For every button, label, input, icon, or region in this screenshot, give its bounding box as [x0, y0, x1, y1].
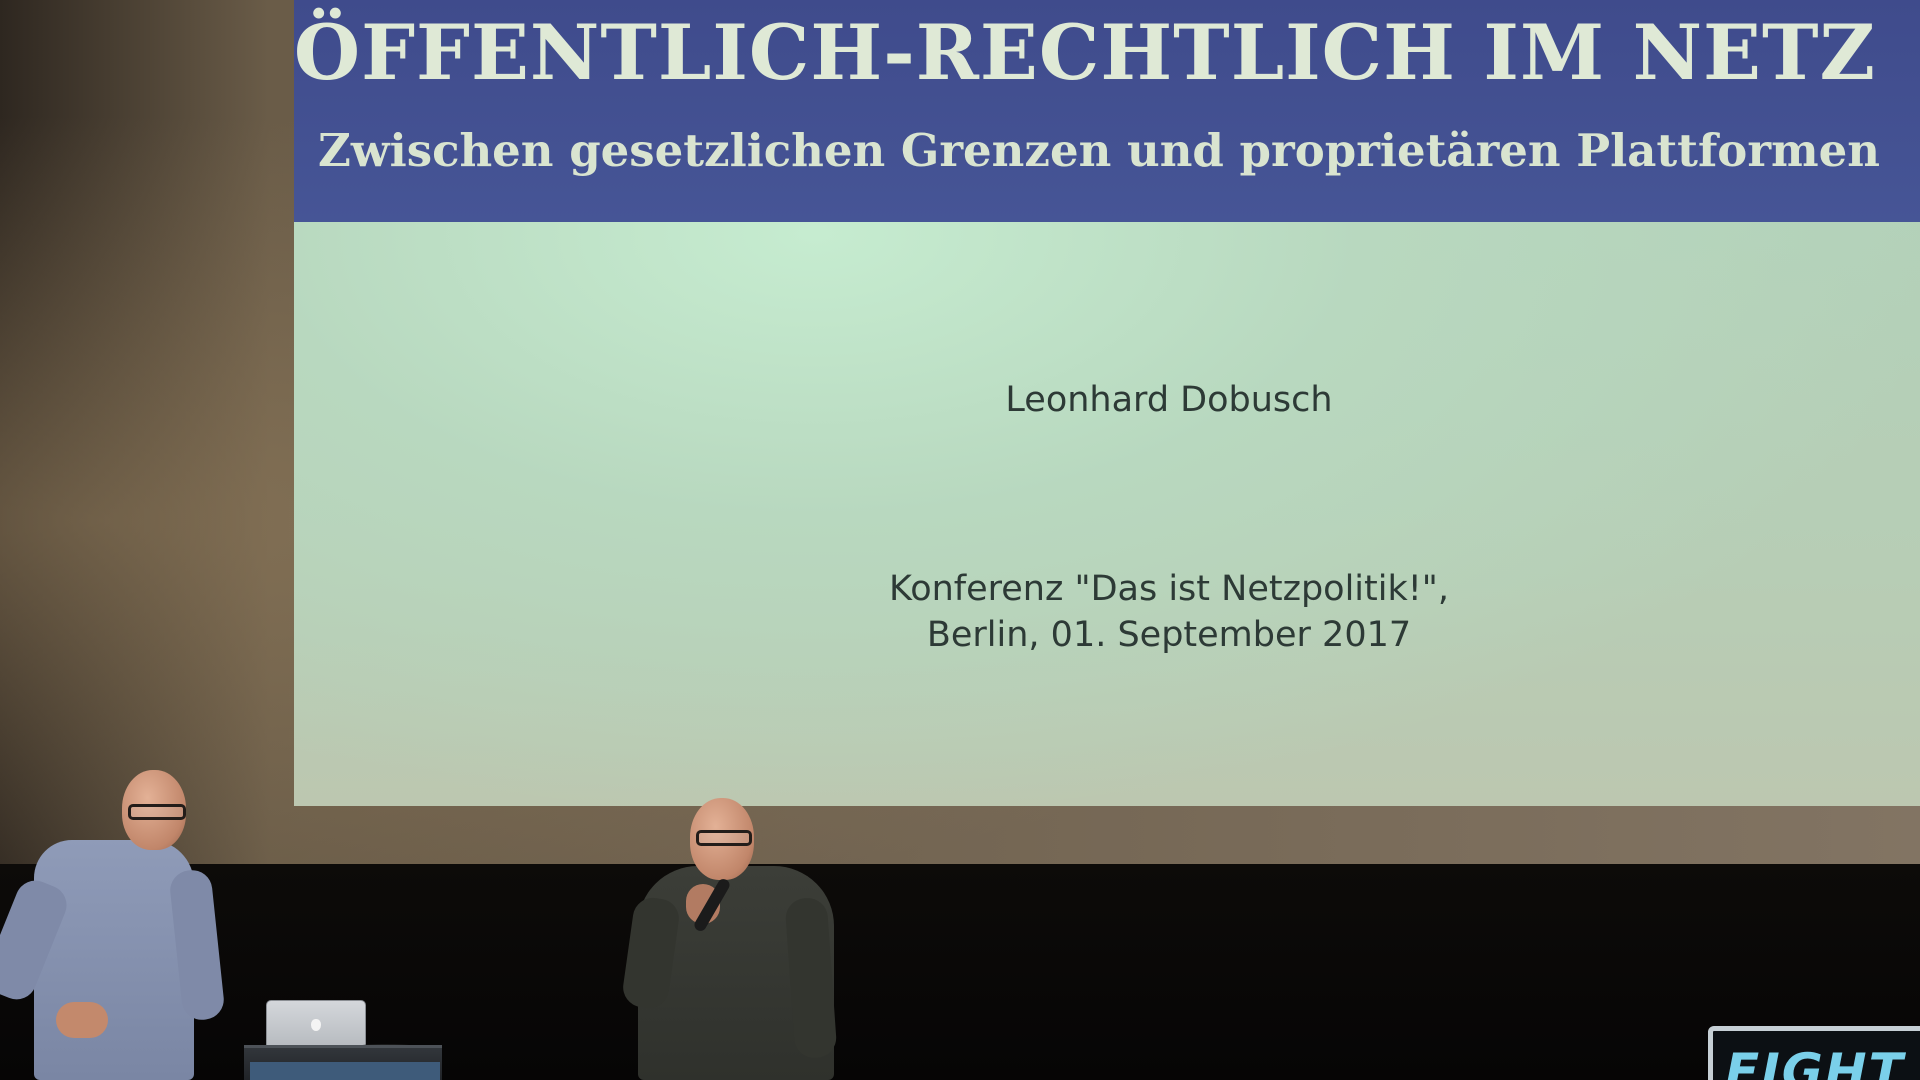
slide-body: Leonhard Dobusch Konferenz "Das ist Netz… — [294, 222, 1920, 806]
person-left-left-hand — [56, 1002, 108, 1038]
banner-text: FIGHT — [1725, 1043, 1905, 1080]
event-date-line: Berlin, 01. September 2017 — [926, 615, 1412, 655]
slide-event-info: Konferenz "Das ist Netzpolitik!", Berlin… — [294, 566, 1920, 658]
lectern-front — [250, 1062, 440, 1080]
projected-slide: ÖFFENTLICH-RECHTLICH IM NETZ Zwischen ge… — [294, 0, 1920, 806]
slide-subtitle: Zwischen gesetzlichen Grenzen und propri… — [318, 124, 1880, 177]
person-left — [0, 770, 240, 1080]
person-left-glasses — [128, 804, 186, 820]
slide-header: ÖFFENTLICH-RECHTLICH IM NETZ Zwischen ge… — [294, 0, 1920, 222]
slide-author: Leonhard Dobusch — [1005, 380, 1333, 420]
person-left-shirt — [34, 840, 194, 1080]
event-name-line: Konferenz "Das ist Netzpolitik!", — [888, 569, 1450, 609]
person-speaker-glasses — [696, 830, 752, 846]
apple-logo-icon — [311, 1019, 321, 1031]
conference-stage: ÖFFENTLICH-RECHTLICH IM NETZ Zwischen ge… — [0, 0, 1920, 1080]
slide-title: ÖFFENTLICH-RECHTLICH IM NETZ — [294, 8, 1876, 97]
stage-banner: FIGHT — [1708, 1026, 1920, 1080]
person-speaker — [620, 798, 840, 1080]
